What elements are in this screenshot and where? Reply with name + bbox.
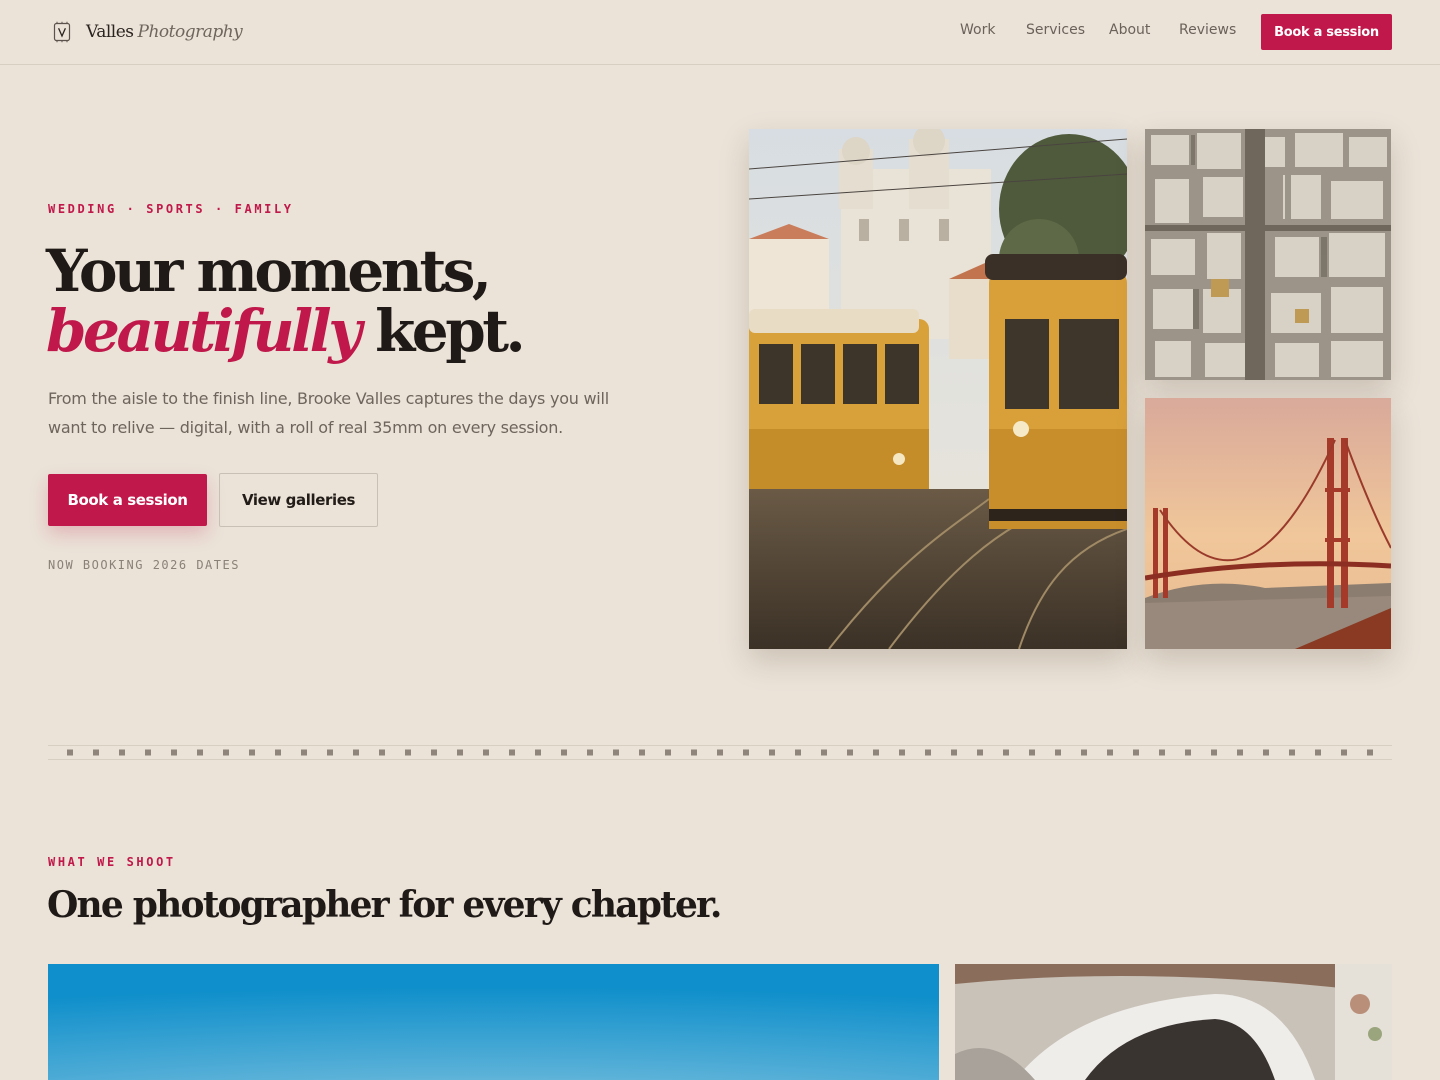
- film-perforation: [145, 749, 151, 756]
- film-perforation: [821, 749, 827, 756]
- hero-headline-line2: beautifully kept.: [46, 296, 526, 366]
- film-perforation: [561, 749, 567, 756]
- film-perforation: [93, 749, 99, 756]
- section-eyebrow: WHAT WE SHOOT: [48, 855, 176, 869]
- hero-eyebrow: WEDDING · SPORTS · FAMILY: [48, 202, 294, 216]
- brand-name: Valles: [86, 22, 134, 42]
- film-perforation: [899, 749, 905, 756]
- nav-link-services[interactable]: Services: [1026, 22, 1085, 38]
- film-perforation: [405, 749, 411, 756]
- service-card-sports[interactable]: [48, 964, 939, 1080]
- film-perforation: [977, 749, 983, 756]
- section-title: One photographer for every chapter.: [47, 884, 722, 926]
- film-perforation: [743, 749, 749, 756]
- brand-name-italic: Photography: [137, 22, 243, 42]
- film-perforation: [925, 749, 931, 756]
- film-perforation: [1341, 749, 1347, 756]
- car-image: [955, 964, 1392, 1080]
- photo-golden-gate[interactable]: [1145, 398, 1391, 649]
- hero-headline-rest: kept.: [375, 297, 526, 365]
- film-perforation: [873, 749, 879, 756]
- film-perforation: [431, 749, 437, 756]
- film-perforation: [1055, 749, 1061, 756]
- film-perforation: [1003, 749, 1009, 756]
- bridge-image: [1145, 398, 1391, 649]
- film-perforation: [1211, 749, 1217, 756]
- photo-trams[interactable]: [749, 129, 1127, 649]
- film-perforation: [1185, 749, 1191, 756]
- film-perforation: [639, 749, 645, 756]
- film-perforation: [587, 749, 593, 756]
- nav-link-about[interactable]: About: [1109, 22, 1150, 38]
- hero-subtext: From the aisle to the finish line, Brook…: [48, 389, 609, 437]
- film-perforation: [1289, 749, 1295, 756]
- trams-image: [749, 129, 1127, 649]
- film-perforation: [1107, 749, 1113, 756]
- film-strip-divider: [48, 745, 1392, 760]
- brand-logo[interactable]: Valles Photography: [52, 20, 243, 44]
- film-perforation: [379, 749, 385, 756]
- sky-image: [48, 964, 939, 1080]
- book-session-button[interactable]: Book a session: [48, 474, 207, 526]
- film-perforation: [795, 749, 801, 756]
- film-perforations: [67, 749, 1373, 756]
- book-session-nav-button[interactable]: Book a session: [1261, 14, 1392, 50]
- view-galleries-button[interactable]: View galleries: [219, 473, 378, 527]
- hero-headline-accent: beautifully: [46, 297, 362, 365]
- film-perforation: [1315, 749, 1321, 756]
- film-perforation: [691, 749, 697, 756]
- film-perforation: [457, 749, 463, 756]
- film-perforation: [1263, 749, 1269, 756]
- film-perforation: [509, 749, 515, 756]
- nav-link-work[interactable]: Work: [960, 22, 995, 38]
- film-perforation: [665, 749, 671, 756]
- film-perforation: [1081, 749, 1087, 756]
- nav-link-reviews[interactable]: Reviews: [1179, 22, 1236, 38]
- film-perforation: [483, 749, 489, 756]
- film-perforation: [1367, 749, 1373, 756]
- site-header: Valles Photography Work Services About R…: [0, 0, 1440, 65]
- film-perforation: [223, 749, 229, 756]
- city-aerial-image: [1145, 129, 1391, 380]
- film-perforation: [301, 749, 307, 756]
- film-perforation: [951, 749, 957, 756]
- v-monogram-icon: [53, 21, 71, 43]
- photo-city-aerial[interactable]: [1145, 129, 1391, 380]
- film-perforation: [249, 749, 255, 756]
- film-perforation: [1133, 749, 1139, 756]
- film-perforation: [1159, 749, 1165, 756]
- film-perforation: [1029, 749, 1035, 756]
- film-perforation: [847, 749, 853, 756]
- film-perforation: [535, 749, 541, 756]
- film-perforation: [197, 749, 203, 756]
- film-perforation: [119, 749, 125, 756]
- film-perforation: [171, 749, 177, 756]
- film-perforation: [353, 749, 359, 756]
- film-perforation: [717, 749, 723, 756]
- film-perforation: [1237, 749, 1243, 756]
- film-perforation: [613, 749, 619, 756]
- service-card-wedding[interactable]: [955, 964, 1392, 1080]
- film-perforation: [327, 749, 333, 756]
- booking-note: NOW BOOKING 2026 DATES: [48, 558, 240, 572]
- film-perforation: [769, 749, 775, 756]
- film-perforation: [67, 749, 73, 756]
- film-perforation: [275, 749, 281, 756]
